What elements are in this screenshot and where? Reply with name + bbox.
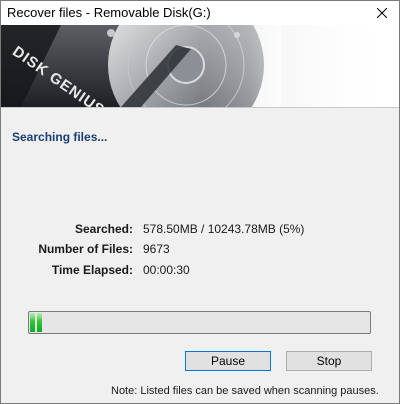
- recover-files-dialog: Recover files - Removable Disk(G:) DISK …: [0, 0, 400, 404]
- searched-value: 578.50MB / 10243.78MB (5%): [143, 222, 305, 236]
- stop-button[interactable]: Stop: [286, 351, 372, 371]
- scan-progress-fill: [30, 313, 47, 332]
- close-icon: [377, 8, 387, 18]
- files-count-label: Number of Files:: [38, 242, 133, 256]
- content-panel: Searching files... Searched: 578.50MB / …: [1, 107, 399, 403]
- progress-segment: [37, 313, 42, 332]
- time-elapsed-value: 00:00:30: [143, 263, 190, 277]
- window-title: Recover files - Removable Disk(G:): [7, 5, 211, 20]
- time-elapsed-label: Time Elapsed:: [51, 263, 133, 277]
- hard-disk-icon: [1, 25, 399, 107]
- pause-button[interactable]: Pause: [185, 351, 271, 371]
- status-heading: Searching files...: [12, 130, 108, 144]
- searched-label: Searched:: [74, 222, 133, 236]
- progress-segment: [30, 313, 35, 332]
- scan-note: Note: Listed files can be saved when sca…: [111, 385, 379, 397]
- title-bar[interactable]: Recover files - Removable Disk(G:): [1, 1, 399, 25]
- files-count-value: 9673: [143, 242, 170, 256]
- scan-progress-bar: [28, 311, 371, 334]
- close-button[interactable]: [365, 1, 399, 25]
- banner-image: DISK GENIUS: [1, 25, 399, 107]
